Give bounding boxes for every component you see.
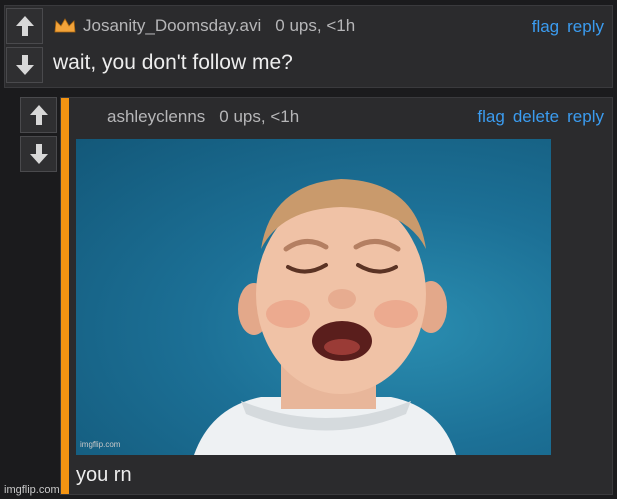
arrow-down-icon [15,55,34,75]
flag-link[interactable]: flag [477,107,504,127]
delete-link[interactable]: delete [513,107,559,127]
flag-link[interactable]: flag [532,17,559,37]
username-link[interactable]: ashleyclenns [107,107,205,127]
footer-watermark: imgflip.com [4,484,60,496]
arrow-up-icon [15,16,34,36]
comment-josanity: Josanity_Doomsday.avi 0 ups, <1h flag re… [4,5,613,88]
image-watermark: imgflip.com [80,440,121,449]
arrow-down-icon [29,144,48,164]
crown-badge-icon [54,18,76,33]
reply-indent-bar [61,98,69,494]
comment-actions: flag reply [532,17,604,37]
reply-link[interactable]: reply [567,17,604,37]
comment-actions: flag delete reply [477,107,604,127]
meme-image[interactable]: imgflip.com [76,139,551,455]
vote-controls-reply [20,97,57,175]
upvote-button[interactable] [20,97,57,133]
reply-link[interactable]: reply [567,107,604,127]
comment-text: wait, you don't follow me? [53,51,293,74]
upvote-button[interactable] [6,8,43,44]
downvote-button[interactable] [20,136,57,172]
comment-meta: 0 ups, <1h [275,16,356,35]
crying-baby-illustration [194,179,456,455]
image-caption: you rn [76,464,132,486]
downvote-button[interactable] [6,47,43,83]
username-link[interactable]: Josanity_Doomsday.avi [83,16,261,36]
arrow-up-icon [29,105,48,125]
comment-meta: 0 ups, <1h [219,107,300,126]
comment-header: Josanity_Doomsday.avi 0 ups, <1h [53,16,355,36]
vote-controls [6,8,43,86]
comment-header: ashleyclenns 0 ups, <1h [107,107,299,127]
